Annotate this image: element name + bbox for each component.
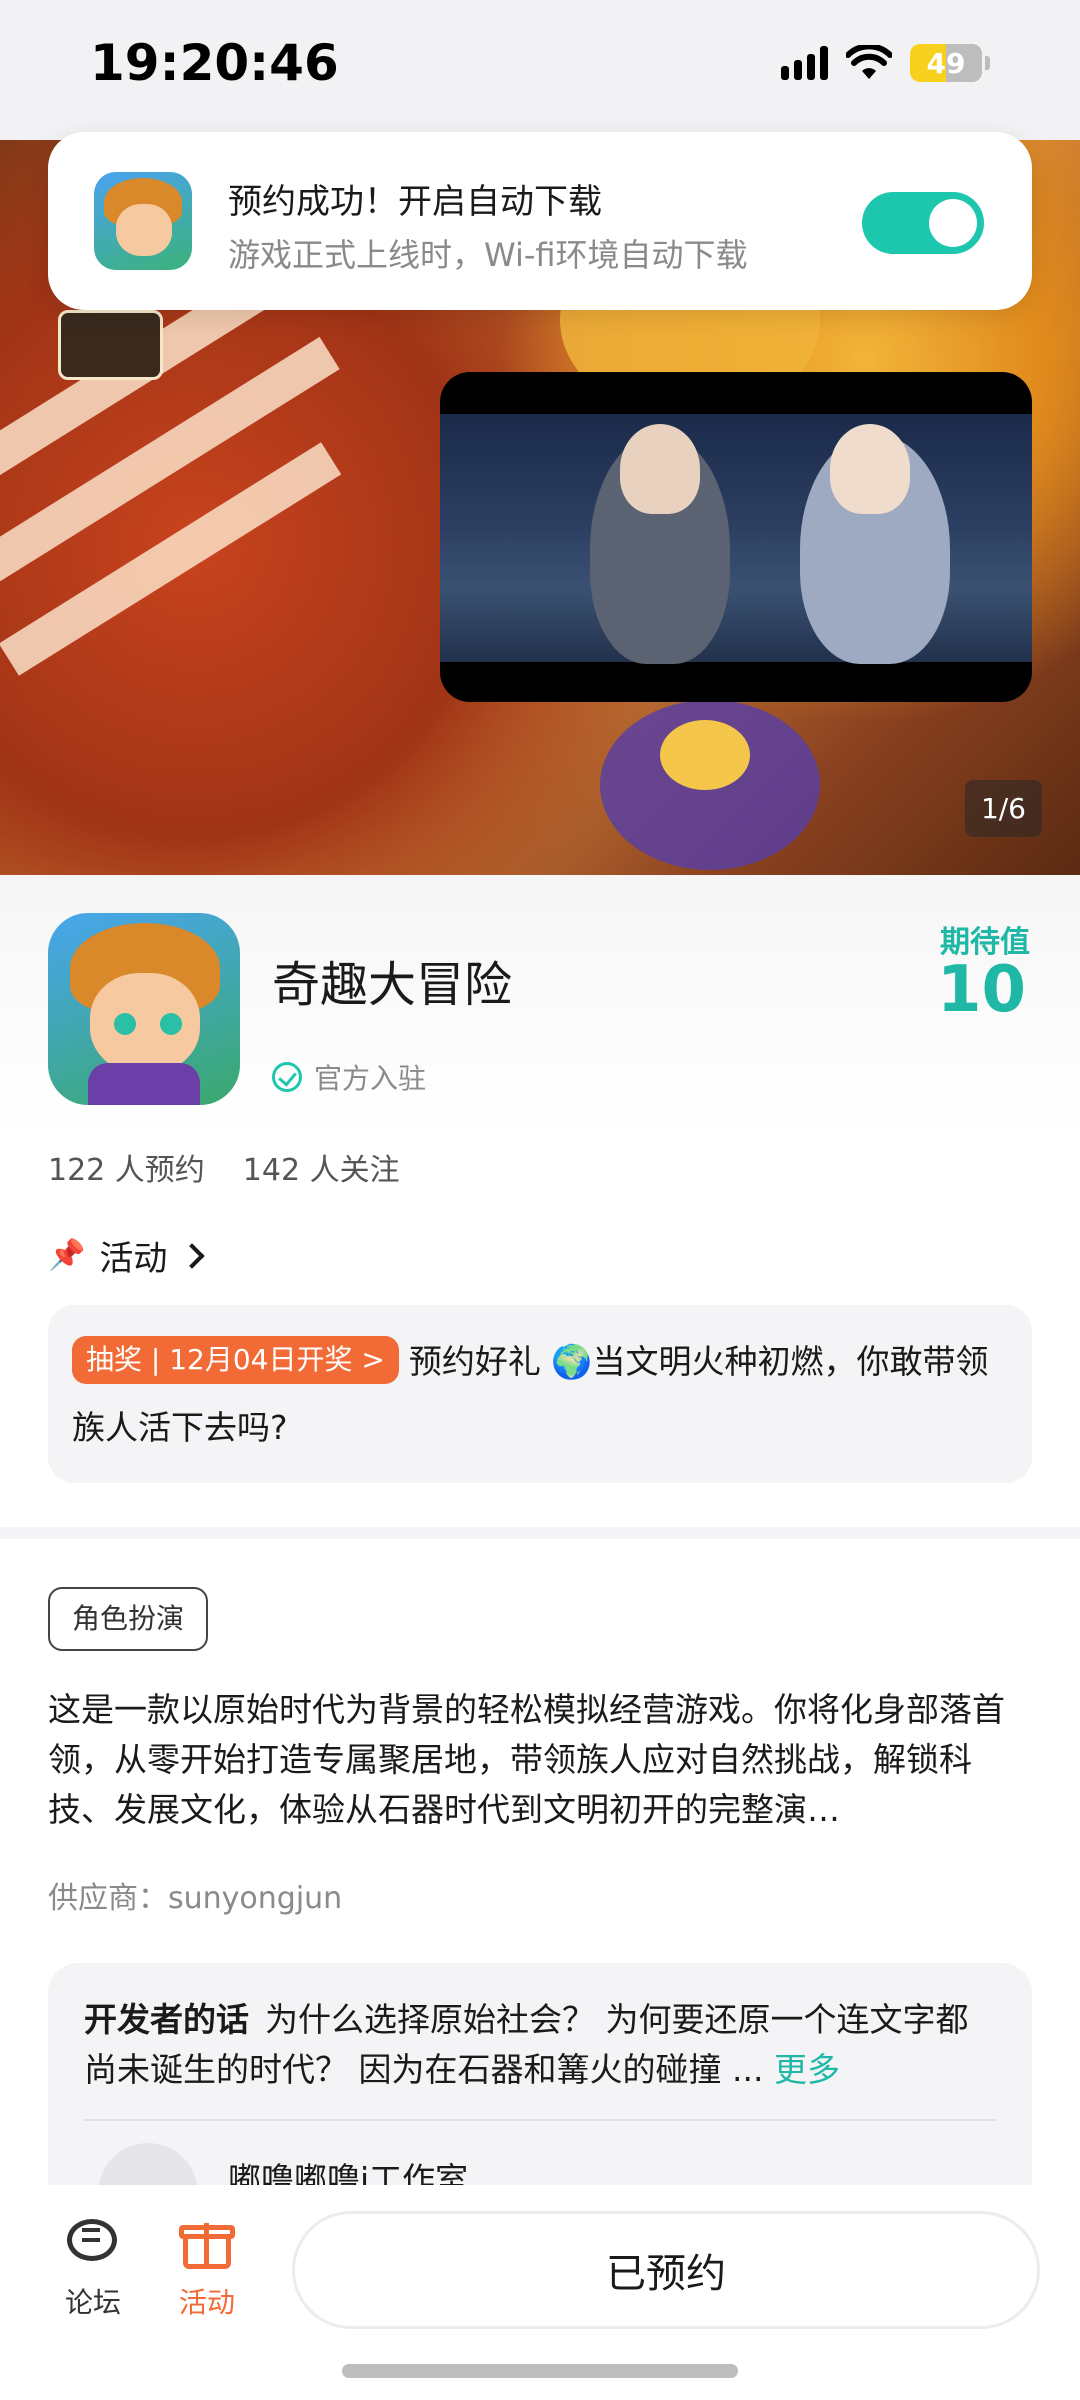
app-icon [94,172,192,270]
expect-value: 10 [936,953,1026,1027]
developer-divider [84,2119,996,2121]
video-player[interactable] [440,372,1032,702]
toast-title: 预约成功！开启自动下载 [228,182,602,222]
nav-activity-label: 活动 [178,2286,235,2319]
activity-card[interactable]: 抽奖 | 12月04日开奖 > 预约好礼 🌍当文明火种初燃，你敢带领族人活下去吗? [48,1305,1032,1483]
pin-icon: 📌 [48,1238,86,1273]
nav-forum[interactable]: 论坛 [48,2215,138,2321]
page-indicator: 1/6 [964,780,1042,837]
chevron-right-icon [179,1242,206,1269]
official-label: 官方入驻 [314,1062,427,1095]
battery-level: 49 [926,46,966,80]
game-detail: 奇趣大冒险 官方入驻 期待值 10 122 人预约 142 人关注 📌 活动 抽… [0,875,1080,2185]
official-badge: 官方入驻 [272,1057,426,1097]
developer-card[interactable]: 开发者的话 为什么选择原始社会？ 为何要还原一个连文字都尚未诞生的时代？ 因为在石… [48,1963,1032,2185]
game-stats: 122 人预约 142 人关注 [48,1145,400,1189]
game-title: 奇趣大冒险 [272,957,513,1013]
developer-heading: 开发者的话 [84,2000,249,2039]
check-circle-icon [272,1062,302,1092]
status-icons: 49 [781,44,990,82]
more-link[interactable]: 更多 [774,2050,840,2089]
genre-tag[interactable]: 角色扮演 [48,1587,209,1651]
avatar[interactable] [98,2143,198,2185]
forum-icon [67,2219,117,2261]
activity-heading[interactable]: 📌 活动 [48,1231,206,1280]
activity-heading-label: 活动 [99,1239,168,1279]
supplier-label: 供应商：sunyongjun [48,1881,343,1916]
auto-download-toggle[interactable] [862,192,984,254]
game-logo [58,310,163,380]
toast-subtitle: 游戏正式上线时，Wi-fi环境自动下载 [228,236,748,274]
section-divider [0,1527,1080,1539]
status-bar: 19:20:46 49 [0,0,1080,140]
lottery-tag[interactable]: 抽奖 | 12月04日开奖 > [72,1336,399,1384]
signal-icon [781,46,828,80]
game-icon [48,913,240,1105]
studio-name[interactable]: 嘟噜嘟噜i工作室 [228,2153,468,2185]
nav-forum-label: 论坛 [64,2286,121,2319]
follower-count: 142 人关注 [242,1153,400,1188]
wifi-icon [846,45,892,79]
reservation-count: 122 人预约 [48,1153,205,1188]
game-description[interactable]: 这是一款以原始时代为背景的轻松模拟经营游戏。你将化身部落首领，从零开始打造专属聚… [48,1685,1032,1835]
home-indicator[interactable] [342,2364,738,2378]
reservation-toast: 预约成功！开启自动下载 游戏正式上线时，Wi-fi环境自动下载 [48,132,1032,310]
battery-icon: 49 [910,44,990,82]
nav-activity[interactable]: 活动 [162,2215,252,2321]
gift-icon [177,2215,237,2271]
status-time: 19:20:46 [90,34,339,92]
reserved-button[interactable]: 已预约 [292,2211,1040,2329]
